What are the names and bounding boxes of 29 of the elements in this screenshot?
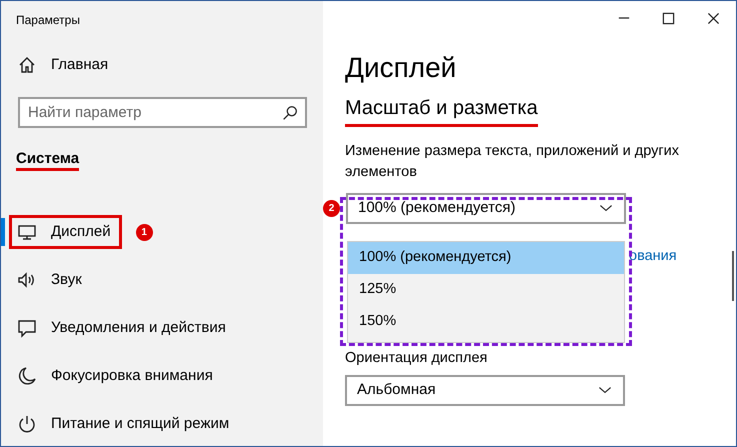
dropdown-field[interactable]: 100% (рекомендуется) bbox=[346, 192, 626, 224]
nav-item[interactable]: Дисплей bbox=[9, 214, 122, 250]
link[interactable]: ования bbox=[629, 246, 677, 268]
page-title: Дисплей bbox=[345, 51, 458, 85]
dropdown-option[interactable]: 125% bbox=[348, 274, 624, 306]
window-title: Параметры bbox=[15, 12, 81, 29]
home-icon bbox=[17, 55, 37, 75]
dropdown-field[interactable]: Альбомная bbox=[345, 374, 625, 406]
setting-label: Ориентация дисплея bbox=[345, 348, 488, 368]
annotation-badge: 2 bbox=[323, 200, 340, 217]
moon-icon bbox=[17, 366, 37, 386]
power-icon bbox=[17, 414, 37, 434]
scrollbar bbox=[732, 251, 734, 301]
dropdown-option[interactable]: 100% (рекомендуется) bbox=[348, 242, 624, 274]
minimize-icon bbox=[618, 17, 630, 19]
annotation-badge: 1 bbox=[136, 224, 153, 240]
dropdown-option[interactable]: 150% bbox=[348, 306, 624, 338]
nav-item[interactable]: Главная bbox=[1, 41, 323, 89]
section-heading: Система bbox=[16, 150, 80, 171]
nav-item[interactable]: Уведомления и действия bbox=[1, 304, 323, 352]
nav-item[interactable]: Звук bbox=[1, 256, 323, 304]
speech-bubble-icon bbox=[17, 318, 37, 338]
nav-item[interactable]: Фокусировка внимания bbox=[1, 352, 323, 400]
setting-label: Изменение размера текста, приложений и других элементов bbox=[345, 142, 680, 182]
section-heading: Масштаб и разметка bbox=[345, 92, 538, 127]
speaker-icon bbox=[17, 270, 37, 290]
search-icon bbox=[281, 104, 299, 122]
nav-item[interactable]: Питание и спящий режим bbox=[1, 400, 323, 447]
search-field[interactable]: Найти параметр bbox=[18, 97, 307, 128]
